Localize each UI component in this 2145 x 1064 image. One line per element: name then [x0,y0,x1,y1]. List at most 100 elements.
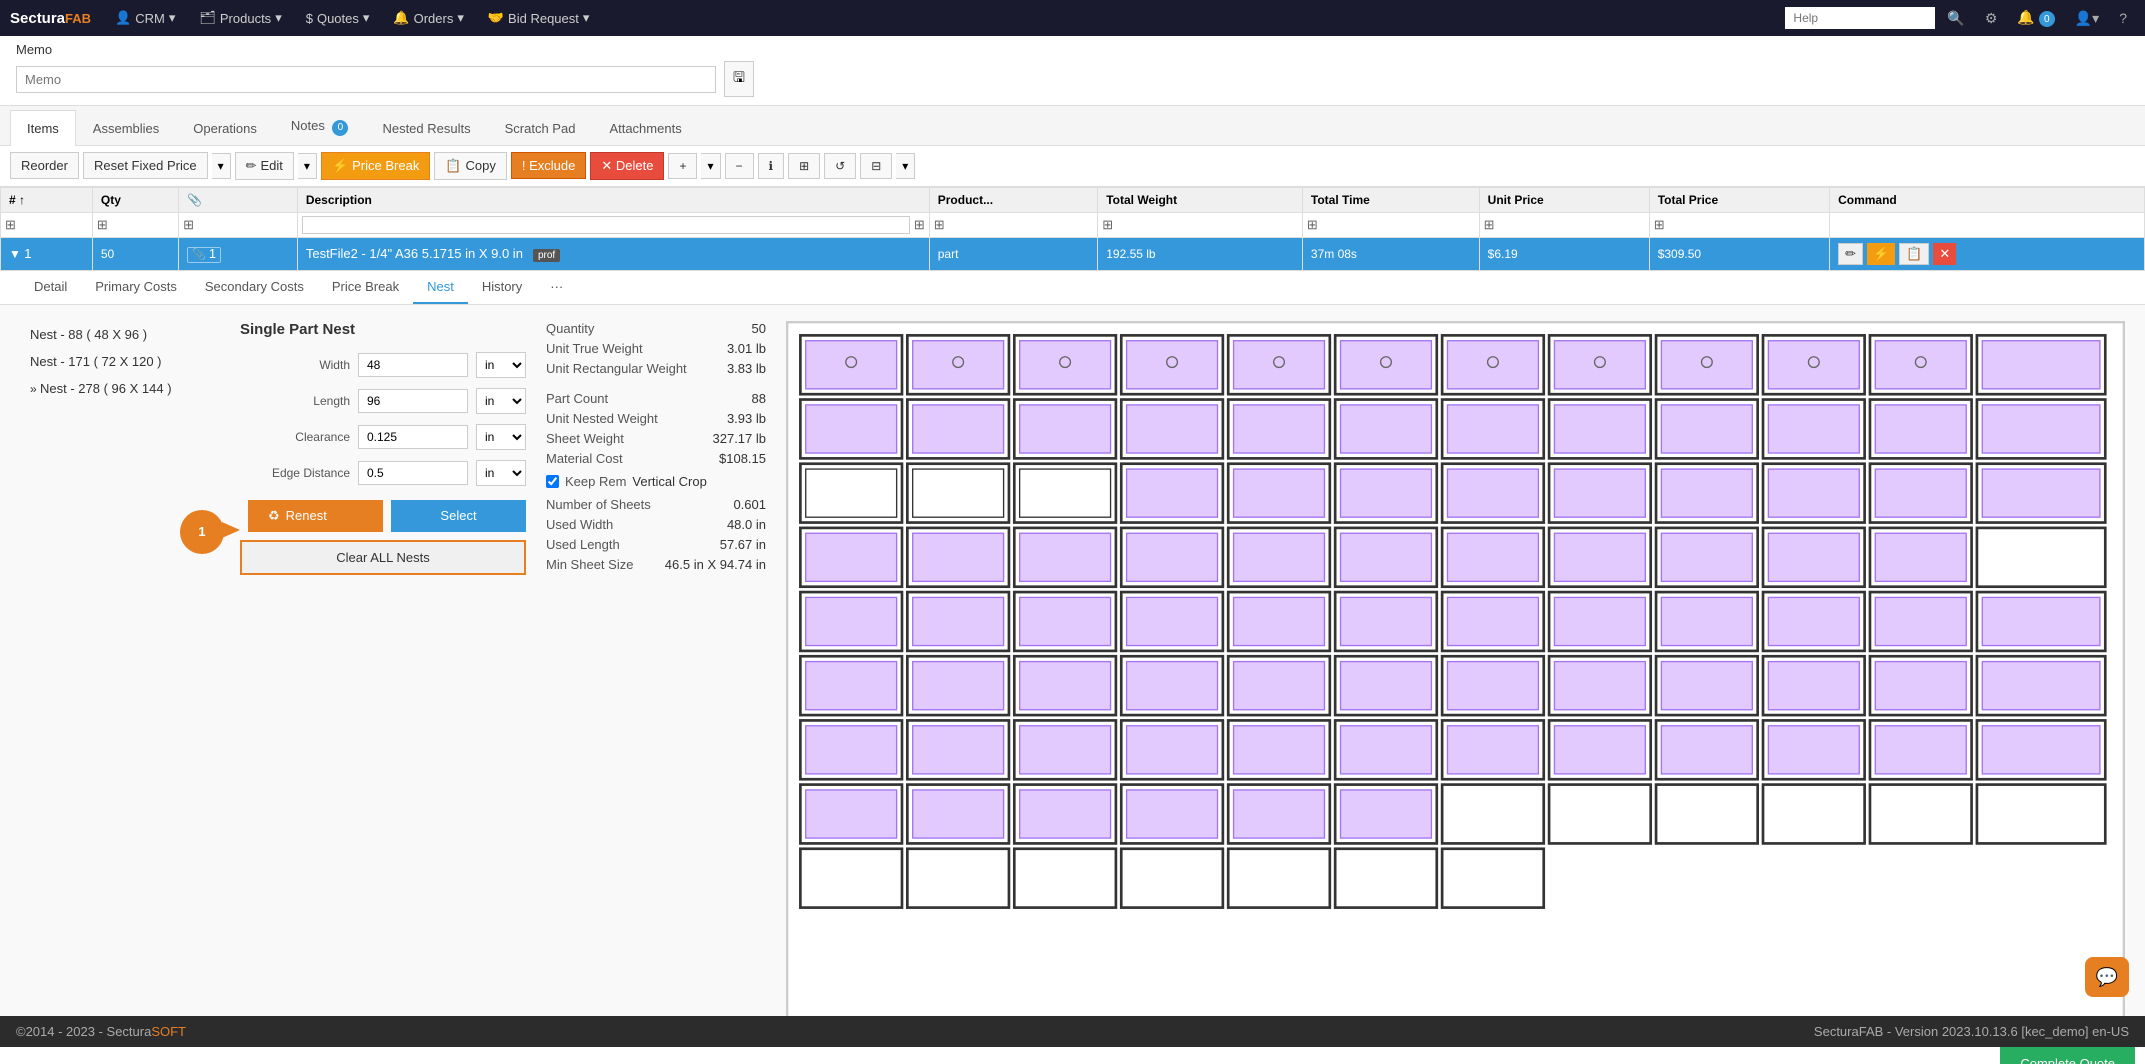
brand: SecturaFAB [10,10,91,27]
filter-desc-icon[interactable]: ⊞ [914,217,925,233]
detail-tab-secondary-costs[interactable]: Secondary Costs [191,271,318,304]
notifications-icon[interactable]: 🔔 0 [2009,9,2062,28]
nest-list-item-88[interactable]: Nest - 88 ( 48 X 96 ) [20,321,220,348]
select-button[interactable]: Select [391,500,526,532]
columns-button[interactable]: ⊟ [860,153,892,179]
user-icon[interactable]: 👤▾ [2067,10,2107,27]
nest-list-item-278[interactable]: Nest - 278 ( 96 X 144 ) [20,375,220,402]
edge-distance-unit-select[interactable]: in mm [476,460,526,486]
filter-qty-icon[interactable]: ⊞ [97,217,108,232]
filter-total-price-icon[interactable]: ⊞ [1654,217,1665,232]
copy-button[interactable]: 📋 Copy [434,152,507,180]
renest-button[interactable]: ♻ Renest [248,500,383,532]
nav-crm[interactable]: 👤 CRM ▾ [105,4,185,32]
price-break-button[interactable]: ⚡ Price Break [321,152,430,180]
search-icon[interactable]: 🔍 [1939,10,1972,27]
columns-dropdown[interactable]: ▾ [896,153,915,179]
unit-rect-weight-label: Unit Rectangular Weight [546,361,687,376]
settings-icon[interactable]: ⚙ [1977,10,2006,27]
exclude-button[interactable]: ! Exclude [511,152,586,179]
row-lightning-btn[interactable]: ⚡ [1867,243,1895,265]
tab-notes[interactable]: Notes 0 [274,107,366,146]
memo-area: Memo 🖫 [0,36,2145,106]
row-expand-icon[interactable]: ▼ 1 [1,237,93,270]
nav-quotes[interactable]: $ Quotes ▾ [296,4,380,32]
used-length-value: 57.67 in [720,537,766,552]
tab-nested-results[interactable]: Nested Results [365,110,487,146]
clearance-unit-select[interactable]: in mm [476,424,526,450]
filter-time-icon[interactable]: ⊞ [1307,217,1318,232]
footer-copyright: ©2014 - 2023 - SecturaSOFT [16,1024,186,1039]
main-content: # ↑ Qty 📎 Description Product... Total W… [0,187,2145,1064]
tab-operations[interactable]: Operations [176,110,274,146]
filter-product-icon[interactable]: ⊞ [934,217,945,232]
tab-scratch-pad[interactable]: Scratch Pad [488,110,593,146]
edge-distance-input[interactable] [358,461,468,485]
col-tag: 📎 [179,187,298,212]
refresh-button[interactable]: ↺ [824,153,856,179]
quantity-label: Quantity [546,321,594,336]
keep-rem-checkbox[interactable] [546,475,559,488]
reset-fixed-price-dropdown[interactable]: ▾ [212,153,231,179]
navbar: SecturaFAB 👤 CRM ▾ 🗂 Products ▾ $ Quotes… [0,0,2145,36]
edit-button[interactable]: ✏ Edit [235,152,294,180]
nav-bid-request[interactable]: 🤝 Bid Request ▾ [478,4,600,32]
edge-distance-label: Edge Distance [240,466,350,480]
detail-tab-more[interactable]: ··· [536,271,577,304]
complete-quote-button[interactable]: Complete Quote [2000,1045,2135,1064]
edit-dropdown[interactable]: ▾ [298,153,317,179]
tab-assemblies[interactable]: Assemblies [76,110,176,146]
col-qty: Qty [92,187,178,212]
width-input[interactable] [358,353,468,377]
filter-button[interactable]: ⊞ [788,153,820,179]
help-icon[interactable]: ? [2111,10,2135,26]
nav-orders[interactable]: 🔔 Orders ▾ [383,4,473,32]
col-total-time: Total Time [1302,187,1479,212]
detail-tab-detail[interactable]: Detail [20,271,81,304]
unit-rect-weight-value: 3.83 lb [727,361,766,376]
tab-attachments[interactable]: Attachments [592,110,698,146]
material-cost-label: Material Cost [546,451,623,466]
info-button[interactable]: ℹ [758,153,785,179]
description-filter-input[interactable] [302,216,910,234]
row-edit-btn[interactable]: ✏ [1838,243,1863,265]
min-sheet-size-value: 46.5 in X 94.74 in [665,557,766,572]
page-footer: ©2014 - 2023 - SecturaSOFT SecturaFAB - … [0,1016,2145,1047]
nav-products[interactable]: 🗂 Products ▾ [189,4,291,32]
detail-tab-history[interactable]: History [468,271,536,304]
col-product: Product... [929,187,1097,212]
clearance-input[interactable] [358,425,468,449]
add-dropdown[interactable]: ▾ [701,153,720,179]
nest-list-item-171[interactable]: Nest - 171 ( 72 X 120 ) [20,348,220,375]
width-label: Width [240,358,350,372]
col-description: Description [297,187,929,212]
chat-button[interactable]: 💬 [2085,957,2129,997]
memo-save-button[interactable]: 🖫 [724,61,754,97]
delete-button[interactable]: ✕ Delete [590,152,664,180]
filter-num-icon[interactable]: ⊞ [5,217,16,232]
clear-all-nests-button[interactable]: Clear ALL Nests [240,540,526,575]
tab-items[interactable]: Items [10,110,76,146]
detail-tab-primary-costs[interactable]: Primary Costs [81,271,191,304]
filter-weight-icon[interactable]: ⊞ [1102,217,1113,232]
width-unit-select[interactable]: in mm [476,352,526,378]
row-delete-btn[interactable]: ✕ [1933,243,1956,265]
length-input[interactable] [358,389,468,413]
reorder-button[interactable]: Reorder [10,152,79,179]
detail-tab-price-break[interactable]: Price Break [318,271,413,304]
length-unit-select[interactable]: in mm [476,388,526,414]
add-button[interactable]: + [668,153,697,179]
detail-tab-nest[interactable]: Nest [413,271,468,304]
minus-button[interactable]: − [725,153,754,179]
nest-title: Single Part Nest [240,321,526,338]
row-copy-btn[interactable]: 📋 [1899,243,1929,265]
filter-unit-price-icon[interactable]: ⊞ [1484,217,1495,232]
memo-input[interactable] [16,66,716,93]
filter-tag-icon[interactable]: ⊞ [183,217,194,232]
nest-form: Single Part Nest Width in mm Length in m… [240,321,526,1018]
table-row[interactable]: ▼ 1 50 📎 1 TestFile2 - 1/4" A36 5.1715 i… [1,237,2145,270]
help-search[interactable] [1785,7,1935,29]
items-table: # ↑ Qty 📎 Description Product... Total W… [0,187,2145,271]
reset-fixed-price-button[interactable]: Reset Fixed Price [83,152,208,179]
part-count-value: 88 [752,391,766,406]
